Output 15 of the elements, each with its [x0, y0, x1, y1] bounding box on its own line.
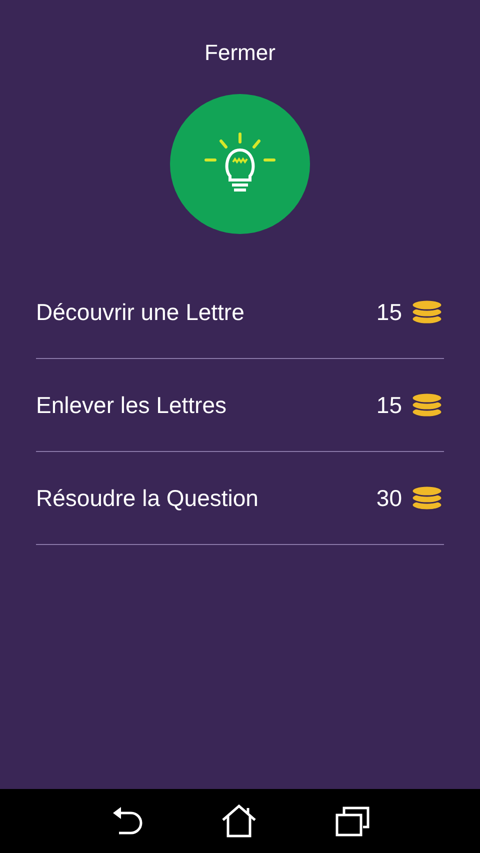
hint-option[interactable]: Résoudre la Question 30 [36, 452, 444, 545]
hint-label: Découvrir une Lettre [36, 298, 246, 326]
coins-icon [410, 299, 444, 325]
hint-cost: 15 [376, 392, 402, 418]
hint-cost: 30 [376, 484, 402, 512]
hint-label: Enlever les Lettres [36, 392, 228, 418]
hint-label: Résoudre la Question [36, 484, 260, 512]
hint-option[interactable]: Découvrir une Lettre 15 [36, 266, 444, 359]
coins-icon [410, 392, 444, 418]
coins-icon [410, 485, 444, 511]
home-icon[interactable] [221, 804, 257, 838]
hint-option[interactable]: Enlever les Lettres 15 [36, 359, 444, 452]
recent-apps-icon[interactable] [335, 805, 371, 837]
hint-cost: 15 [376, 298, 402, 326]
close-button[interactable]: Fermer [198, 38, 282, 68]
